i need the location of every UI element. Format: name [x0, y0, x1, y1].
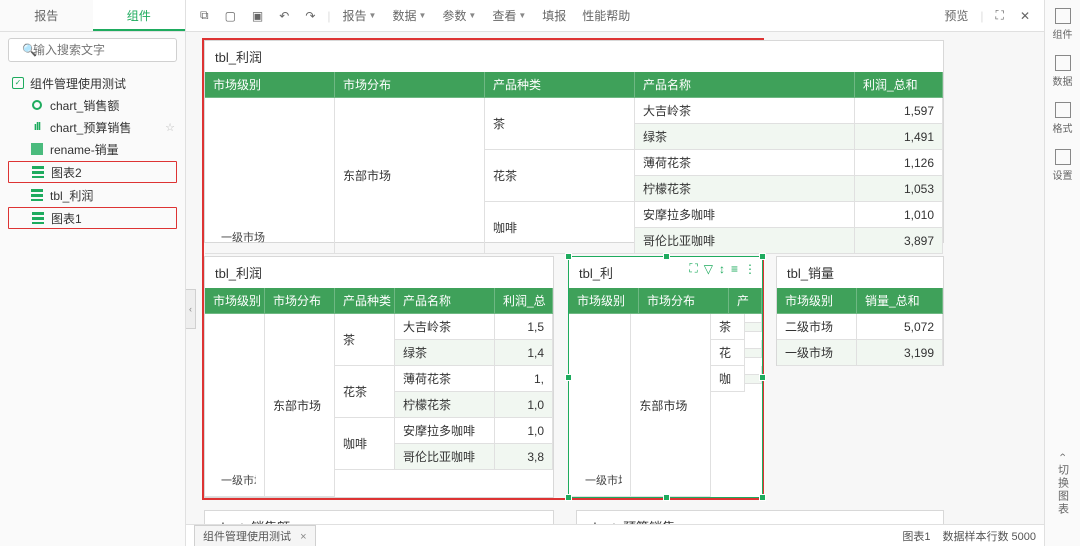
panel-tbl-profit-small[interactable]: tbl_利润 市场级别 市场分布 产品种类 产品名称 利润_总 一级市场 东部市…: [204, 256, 554, 498]
tree-root-label: 组件管理使用测试: [30, 75, 126, 92]
component-tree: ✓ 组件管理使用测试 chart_销售额 ıll chart_预算销售 ☆ re…: [0, 68, 185, 234]
grid-icon: [30, 188, 44, 202]
setting-icon: [1055, 149, 1071, 165]
star-icon[interactable]: ☆: [165, 121, 175, 134]
menu-perf[interactable]: 性能帮助: [578, 5, 634, 26]
canvas[interactable]: ‹ tbl_利润 市场级别 市场分布 产品种类 产品名称 利润_总和 一级市场 …: [186, 32, 1044, 546]
panel-tbl-sales[interactable]: tbl_销量 市场级别 销量_总和 二级市场5,072一级市场3,199: [776, 256, 944, 366]
search-icon: 🔍: [22, 43, 37, 57]
panel-sort-icon[interactable]: ↕: [719, 262, 725, 276]
tree-item-chart-sales[interactable]: chart_销售额: [0, 94, 185, 116]
menu-report[interactable]: 报告▼: [339, 5, 381, 26]
menu-view[interactable]: 查看▼: [488, 5, 530, 26]
footer-tab[interactable]: 组件管理使用测试 ×: [194, 525, 316, 546]
panel-list-icon[interactable]: ≡: [731, 262, 738, 276]
preview-button[interactable]: 预览: [940, 5, 972, 26]
panel-title: tbl_销量: [777, 257, 943, 288]
tree-root[interactable]: ✓ 组件管理使用测试: [0, 72, 185, 94]
format-icon: [1055, 102, 1071, 118]
menu-data[interactable]: 数据▼: [388, 5, 430, 26]
tree-item-chart1[interactable]: 图表1: [8, 207, 177, 229]
close-icon[interactable]: ✕: [1016, 7, 1034, 25]
right-sidebar: 组件 数据 格式 设置 ‹ 切换图表: [1044, 0, 1080, 546]
panel-filter-icon[interactable]: ▽: [704, 262, 713, 276]
side-tab-report[interactable]: 报告: [0, 0, 93, 31]
undo-icon[interactable]: ↶: [275, 7, 293, 25]
toolbar: ⧉ ▢ ▣ ↶ ↷ | 报告▼ 数据▼ 参数▼ 查看▼ 填报 性能帮助 预览 |…: [186, 0, 1044, 32]
panel-tbl-profit-narrow[interactable]: tbl_利 ⛶ ▽ ↕ ≡ ⋮ 市场级别 市场分布 产 一级市场 东部市场 茶花…: [568, 256, 763, 498]
ring-chart-icon: [30, 98, 44, 112]
rb-data[interactable]: 数据: [1053, 55, 1073, 88]
sidebar: 报告 组件 🔍 ✓ 组件管理使用测试 chart_销售额 ıll chart_预…: [0, 0, 186, 546]
tree-item-chart2[interactable]: 图表2: [8, 161, 177, 183]
dataset-icon: ✓: [12, 77, 24, 89]
panel-expand-icon[interactable]: ⛶: [689, 261, 697, 276]
main-area: ⧉ ▢ ▣ ↶ ↷ | 报告▼ 数据▼ 参数▼ 查看▼ 填报 性能帮助 预览 |…: [186, 0, 1044, 546]
data-icon: [1055, 55, 1071, 71]
switch-chart-label[interactable]: ‹ 切换图表: [1055, 453, 1071, 516]
tree-item-chart-budget[interactable]: ıll chart_预算销售 ☆: [0, 116, 185, 138]
tool-saveas-icon[interactable]: ▣: [248, 7, 267, 25]
grid-icon: [31, 211, 45, 225]
tool-new-icon[interactable]: ⧉: [196, 6, 213, 25]
component-icon: [1055, 8, 1071, 24]
rb-format[interactable]: 格式: [1053, 102, 1073, 135]
collapse-handle[interactable]: ‹: [186, 289, 196, 329]
table-icon: [30, 142, 44, 156]
side-tab-component[interactable]: 组件: [93, 0, 186, 31]
footer-tab-close-icon[interactable]: ×: [300, 531, 306, 543]
search-box: 🔍: [8, 38, 177, 62]
bar-chart-icon: ıll: [30, 120, 44, 134]
tool-save-icon[interactable]: ▢: [221, 7, 240, 25]
panel-title: tbl_利润: [205, 257, 553, 288]
menu-param[interactable]: 参数▼: [438, 5, 480, 26]
panel-toolbar: ⛶ ▽ ↕ ≡ ⋮: [689, 261, 756, 276]
fullscreen-icon[interactable]: ⛶: [992, 6, 1008, 25]
grid-icon: [31, 165, 45, 179]
footer-rowcount: 数据样本行数 5000: [942, 528, 1036, 544]
rb-component[interactable]: 组件: [1053, 8, 1073, 41]
tree-item-tbl-profit[interactable]: tbl_利润: [0, 184, 185, 206]
footer: 组件管理使用测试 × 图表1 数据样本行数 5000: [186, 524, 1044, 546]
panel-title: tbl_利润: [205, 41, 943, 72]
panel-tbl-profit-large[interactable]: tbl_利润 市场级别 市场分布 产品种类 产品名称 利润_总和 一级市场 东部…: [204, 40, 944, 243]
footer-chart-name: 图表1: [902, 528, 930, 544]
menu-fill[interactable]: 填报: [538, 5, 570, 26]
panel-more-icon[interactable]: ⋮: [744, 262, 756, 276]
redo-icon[interactable]: ↷: [301, 7, 319, 25]
rb-setting[interactable]: 设置: [1053, 149, 1073, 182]
tree-item-rename[interactable]: rename-销量: [0, 138, 185, 160]
